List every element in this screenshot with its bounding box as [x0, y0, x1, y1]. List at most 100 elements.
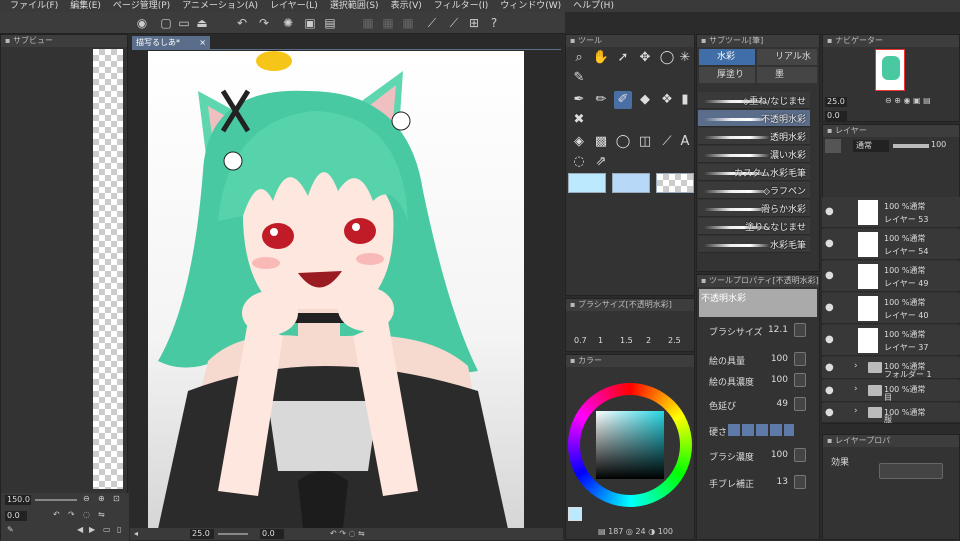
clip-studio-icon[interactable]: ◉ — [134, 15, 150, 31]
rotate-right-icon[interactable]: ↷ — [68, 510, 75, 519]
size-1[interactable]: 1 — [598, 336, 603, 345]
ruler-icon[interactable]: ⟋ — [424, 15, 440, 31]
transform-icon[interactable]: ▦ — [400, 15, 416, 31]
brush-tool-icon[interactable]: ✐ — [614, 91, 632, 109]
eye-icon[interactable]: ● — [825, 334, 834, 345]
size-2[interactable]: 2 — [646, 336, 651, 345]
tool-tab[interactable]: ▪ ツール — [566, 35, 694, 47]
color-tab[interactable]: ▪ カラー — [566, 355, 694, 367]
folder-row[interactable]: ● › 100 %通常 フォルダー 1 — [822, 357, 960, 379]
saturation-value-square[interactable] — [596, 411, 664, 479]
navigator-zoom-controls[interactable]: ⊖ ⊕ ◉ ▣ ▤ — [885, 96, 931, 105]
decoration-tool-icon[interactable]: ❖ — [658, 91, 676, 109]
opacity-slider[interactable] — [893, 144, 929, 148]
layer-row[interactable]: ● 100 %通常 レイヤー 37 — [822, 325, 960, 356]
navigate-icon[interactable]: ◂ — [134, 529, 138, 538]
navigator-angle-field[interactable]: 0.0 — [825, 111, 847, 121]
drawing-canvas[interactable] — [148, 51, 524, 529]
menu-file[interactable]: ファイル(F) — [4, 0, 64, 12]
reset-rotate-icon[interactable]: ◌ — [83, 510, 90, 519]
menu-window[interactable]: ウィンドウ(W) — [494, 0, 567, 12]
move-tool-icon[interactable]: ✥ — [636, 49, 654, 67]
zoom-tool-icon[interactable]: ⌕ — [570, 49, 588, 67]
layer-row[interactable]: ● 100 %通常 レイヤー 40 — [822, 293, 960, 324]
correct-line-tool-icon[interactable]: ⇗ — [592, 153, 610, 171]
subview-angle-field[interactable]: 0.0 — [5, 511, 27, 521]
magic-wand-icon[interactable]: ✳ — [676, 49, 694, 67]
subtool-tab-real-watercolor[interactable]: リアル水彩 — [757, 49, 817, 78]
folder-row[interactable]: ● › 100 %通常服 — [822, 403, 960, 424]
subtool-tab[interactable]: ▪ サブツール[筆] — [697, 35, 819, 47]
layer-row[interactable]: ● 100 %通常 レイヤー 53 — [822, 197, 960, 228]
ruler-tool-icon[interactable]: ⟋ — [658, 133, 676, 151]
document-tab[interactable]: 描写るしあ* × — [132, 36, 210, 49]
menu-view[interactable]: 表示(V) — [385, 0, 428, 12]
eye-icon[interactable]: ● — [825, 385, 834, 396]
prop-brush-density[interactable]: ブラシ濃度 100 — [700, 447, 808, 465]
hardness-selector[interactable] — [728, 424, 794, 436]
rotate-canvas-icon[interactable]: ↶ ↷ ◌ ⇋ — [330, 529, 365, 538]
eye-icon[interactable]: ● — [825, 206, 834, 217]
airbrush-tool-icon[interactable]: ◆ — [636, 91, 654, 109]
eye-icon[interactable]: ● — [825, 270, 834, 281]
prop-brush-size[interactable]: ブラシサイズ 12.1 — [700, 322, 808, 340]
layer-tab[interactable]: ▪ レイヤー — [823, 125, 959, 137]
opacity-value[interactable]: 100 — [931, 140, 951, 152]
invert-selection-icon[interactable]: ▦ — [380, 15, 396, 31]
eyedropper-icon[interactable]: ✎ — [7, 525, 14, 534]
blend-tool-icon[interactable]: ✖ — [570, 111, 588, 129]
prop-paint-density[interactable]: 絵の具濃度 100 — [700, 372, 808, 390]
menu-page[interactable]: ページ管理(P) — [107, 0, 176, 12]
menu-help[interactable]: ヘルプ(H) — [567, 0, 620, 12]
hand-tool-icon[interactable]: ✋ — [592, 49, 610, 67]
snap-icon[interactable]: ⟋ — [446, 15, 462, 31]
eye-icon[interactable]: ● — [825, 362, 834, 373]
import-icon[interactable]: ▭ — [103, 525, 111, 534]
frame-tool-icon[interactable]: ◫ — [636, 133, 654, 151]
eraser-tool-icon[interactable]: ▮ — [676, 91, 694, 109]
navigator-thumbnail[interactable] — [875, 49, 905, 91]
size-1.5[interactable]: 1.5 — [620, 336, 633, 345]
save-icon[interactable]: ⏏ — [194, 15, 210, 31]
pen-tool-icon[interactable]: ✒ — [570, 91, 588, 109]
gradient-tool-icon[interactable]: ▩ — [592, 133, 610, 151]
loading-icon[interactable]: ✺ — [280, 15, 296, 31]
open-file-icon[interactable]: ▭ — [176, 15, 192, 31]
prop-color-stretch[interactable]: 色延び 49 — [700, 396, 808, 414]
canvas-angle-field[interactable]: 0.0 — [260, 529, 284, 539]
brush-item[interactable]: ◇ラフペン — [698, 182, 810, 199]
folder-row[interactable]: ● › 100 %通常目 — [822, 380, 960, 402]
text-tool-icon[interactable]: A — [676, 133, 694, 151]
transparent-color-swatch[interactable] — [656, 173, 694, 193]
eye-icon[interactable]: ● — [825, 302, 834, 313]
close-tab-icon[interactable]: × — [199, 36, 206, 49]
next-icon[interactable]: ▶ — [89, 525, 95, 534]
menu-animation[interactable]: アニメーション(A) — [176, 0, 264, 12]
brush-item[interactable]: 塗り&なじませ — [698, 218, 810, 235]
subview-zoom-field[interactable]: 150.0 — [5, 495, 31, 505]
rotate-left-icon[interactable]: ↶ — [53, 510, 60, 519]
subtool-tab-ink[interactable]: 墨 — [757, 67, 817, 83]
fill-tool-icon[interactable]: ◈ — [570, 133, 588, 151]
fit-icon[interactable]: ⊡ — [113, 494, 120, 503]
flip-icon[interactable]: ⇋ — [98, 510, 105, 519]
prop-stabilization[interactable]: 手ブレ補正 13 — [700, 474, 808, 492]
layer-row[interactable]: ● 100 %通常 レイヤー 54 — [822, 229, 960, 260]
effect-buttons[interactable] — [879, 463, 943, 479]
eye-icon[interactable]: ● — [825, 407, 834, 418]
size-2.5[interactable]: 2.5 — [668, 336, 681, 345]
layer-property-tab[interactable]: ▪ レイヤープロパ — [823, 435, 959, 447]
brush-item[interactable]: 透明水彩 — [698, 128, 810, 145]
subtool-tab-thick-paint[interactable]: 厚塗り — [699, 67, 755, 83]
figure-tool-icon[interactable]: ◯ — [614, 133, 632, 151]
subview-preview[interactable] — [93, 49, 123, 489]
prop-paint-amount[interactable]: 絵の具量 100 — [700, 351, 808, 369]
prev-icon[interactable]: ◀ — [77, 525, 83, 534]
size-0.7[interactable]: 0.7 — [574, 336, 587, 345]
operation-tool-icon[interactable]: ➚ — [614, 49, 632, 67]
layer-row[interactable]: ● 100 %通常 レイヤー 49 — [822, 261, 960, 292]
eye-icon[interactable]: ● — [825, 238, 834, 249]
canvas-zoom-slider[interactable] — [218, 533, 248, 535]
menu-selection[interactable]: 選択範囲(S) — [324, 0, 385, 12]
new-file-icon[interactable]: ▢ — [158, 15, 174, 31]
